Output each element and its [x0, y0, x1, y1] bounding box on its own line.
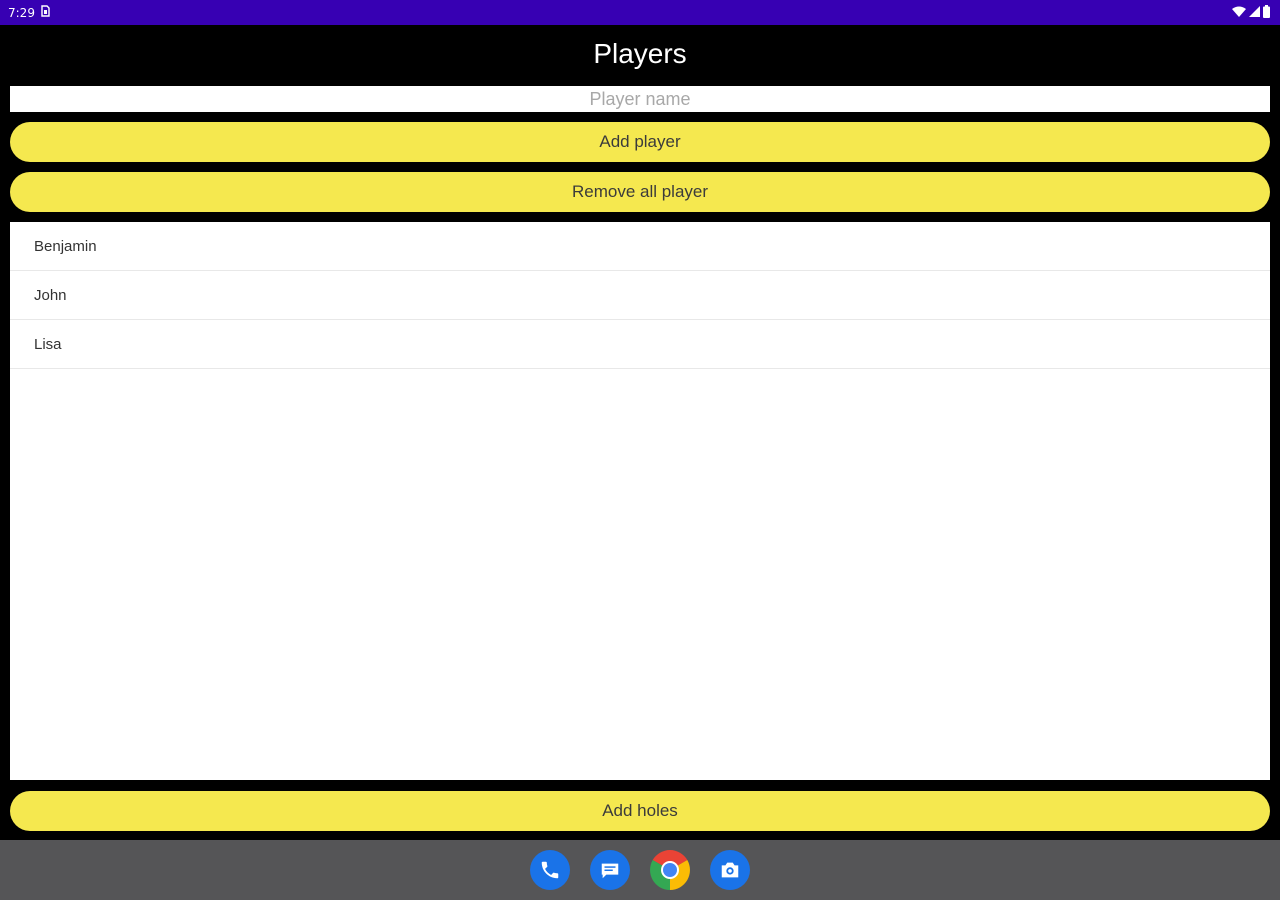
navigation-dock [0, 840, 1280, 900]
player-list: Benjamin John Lisa [10, 222, 1270, 780]
add-holes-button[interactable]: Add holes [10, 791, 1270, 831]
camera-icon[interactable] [710, 850, 750, 890]
battery-icon [1263, 5, 1270, 21]
wifi-icon [1232, 6, 1246, 21]
player-list-item[interactable]: Lisa [10, 320, 1270, 369]
add-player-button[interactable]: Add player [10, 122, 1270, 162]
player-name-input[interactable] [10, 86, 1270, 112]
remove-all-players-button[interactable]: Remove all player [10, 172, 1270, 212]
status-bar-left: 7:29 [8, 5, 50, 20]
app-bar: Players [0, 25, 1280, 83]
player-list-item[interactable]: Benjamin [10, 222, 1270, 271]
chrome-icon[interactable] [650, 850, 690, 890]
status-bar-right [1232, 5, 1270, 21]
status-bar: 7:29 [0, 0, 1280, 25]
phone-icon[interactable] [530, 850, 570, 890]
signal-icon [1249, 5, 1260, 21]
messages-icon[interactable] [590, 850, 630, 890]
page-title: Players [593, 38, 687, 69]
sim-card-icon [41, 5, 50, 20]
player-list-item[interactable]: John [10, 271, 1270, 320]
status-time: 7:29 [8, 5, 35, 20]
